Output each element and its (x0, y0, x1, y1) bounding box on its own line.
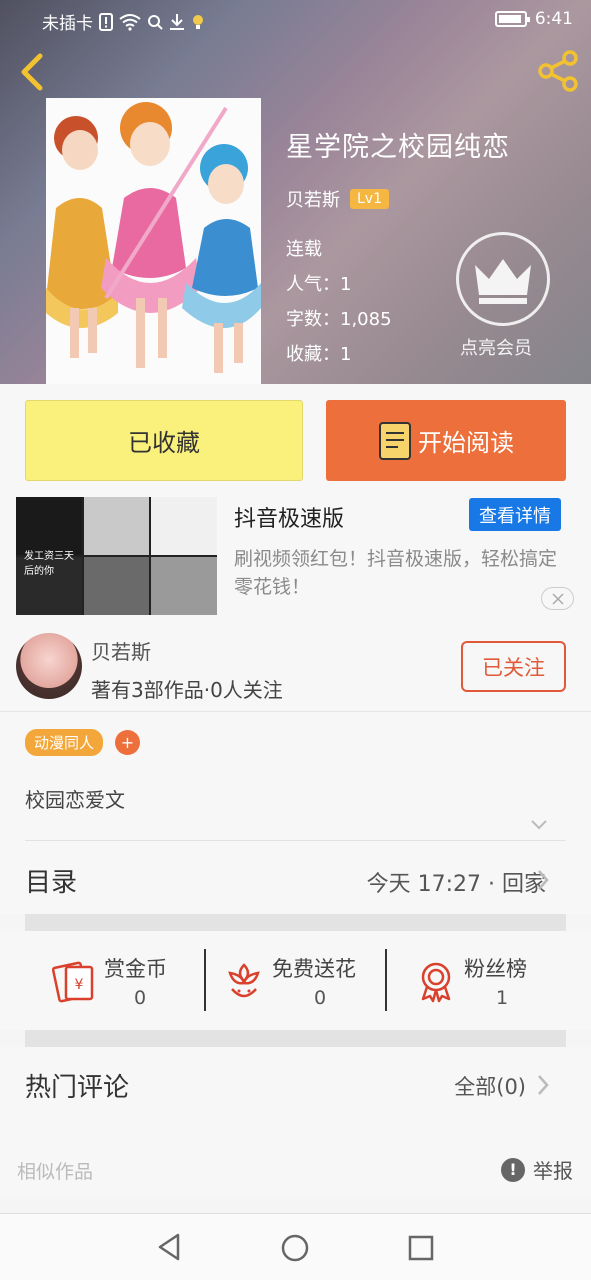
svg-text:¥: ¥ (75, 977, 84, 993)
report-label: 举报 (533, 1159, 573, 1183)
exclamation-icon: ! (501, 1157, 525, 1182)
system-nav-bar (0, 1213, 591, 1280)
ad-description: 刷视频领红包！抖音极速版，轻松搞定零花钱！ (234, 548, 558, 598)
divider (25, 840, 566, 841)
follow-button[interactable]: 已关注 (461, 641, 566, 692)
reward-coins-label: 赏金币 (104, 957, 167, 981)
search-icon (148, 14, 163, 30)
medal-icon (421, 962, 451, 1003)
ad-banner[interactable]: 发工资三天后的你 抖音极速版 查看详情 刷视频领红包！抖音极速版，轻松搞定零花钱… (0, 489, 591, 622)
vertical-divider (385, 949, 387, 1011)
collected-button[interactable]: 已收藏 (25, 400, 303, 481)
sim-alert-icon (99, 12, 113, 31)
catalog-row[interactable]: 目录 今天 17:27 · 回家 (0, 842, 591, 914)
share-icon (538, 50, 578, 92)
all-comments-link[interactable]: 全部(0) (454, 1071, 526, 1101)
chevron-right-icon (538, 870, 549, 890)
send-flower-count: 0 (314, 987, 327, 1009)
reward-coins-count: 0 (134, 987, 147, 1009)
tag-chip[interactable]: 动漫同人 (25, 729, 104, 756)
section-separator (25, 914, 566, 931)
nav-home-icon[interactable] (281, 1234, 309, 1262)
battery-icon (494, 11, 530, 27)
similar-works-title: 相似作品 (17, 1161, 94, 1183)
back-button[interactable] (14, 50, 54, 94)
ad-thumb-caption: 发工资三天后的你 (24, 551, 74, 577)
vip-button[interactable] (456, 232, 550, 326)
fan-ranking-label: 粉丝榜 (464, 957, 527, 981)
book-title: 星学院之校园纯恋 (286, 132, 510, 163)
latest-chapter[interactable]: 今天 17:27 · 回家 (367, 866, 546, 898)
start-reading-button[interactable]: 开始阅读 (326, 400, 566, 481)
carrier-text: 未插卡 (42, 14, 93, 34)
wifi-icon (119, 13, 141, 31)
send-flower-button[interactable]: 免费送花 0 (222, 949, 372, 1013)
hot-comments-row[interactable]: 热门评论 全部(0) (0, 1047, 591, 1137)
primary-actions: 已收藏 开始阅读 (0, 384, 591, 489)
report-button[interactable]: ! 举报 (501, 1155, 573, 1184)
catalog-title: 目录 (25, 868, 78, 898)
send-flower-label: 免费送花 (272, 957, 356, 981)
section-separator (25, 1030, 566, 1047)
ad-title[interactable]: 抖音极速版 (234, 501, 344, 533)
close-icon (551, 592, 564, 605)
chevron-down-icon (531, 820, 547, 830)
fan-ranking-count: 1 (496, 987, 509, 1009)
book-author[interactable]: 贝若斯 (286, 186, 340, 212)
book-cover (46, 98, 261, 384)
book-description: 校园恋爱文 (25, 788, 125, 812)
fan-ranking-button[interactable]: 粉丝榜 1 (414, 949, 554, 1013)
reward-bar: ¥ 赏金币 0 免费送花 0 粉丝榜 1 (0, 931, 591, 1030)
expand-button[interactable] (530, 816, 548, 834)
vip-label: 点亮会员 (460, 338, 532, 359)
nav-recents-icon[interactable] (408, 1235, 434, 1261)
author-stats: 著有3部作品·0人关注 (91, 678, 283, 702)
vertical-divider (204, 949, 206, 1011)
ad-detail-button[interactable]: 查看详情 (469, 498, 561, 531)
start-reading-label: 开始阅读 (418, 429, 514, 457)
author-name[interactable]: 贝若斯 (91, 636, 151, 665)
add-tag-button[interactable]: + (115, 730, 140, 755)
nav-back-icon[interactable] (156, 1232, 182, 1262)
notification-app-icon (193, 14, 203, 29)
tags-section: 动漫同人 + 校园恋爱文 (0, 712, 591, 842)
ad-close-button[interactable] (541, 587, 574, 610)
flower-icon (228, 963, 260, 998)
hot-comments-title: 热门评论 (25, 1073, 130, 1103)
share-button[interactable] (536, 48, 582, 94)
chevron-right-icon (538, 1075, 549, 1095)
author-card[interactable]: 贝若斯 著有3部作品·0人关注 已关注 (0, 622, 591, 712)
avatar[interactable] (16, 633, 82, 699)
download-icon (170, 13, 184, 30)
red-envelope-icon: ¥ (52, 961, 94, 1003)
status-time: 6:41 (534, 9, 573, 29)
similar-works-header: 相似作品 ! 举报 (0, 1137, 591, 1199)
level-badge: Lv1 (350, 189, 389, 209)
status-bar: 未插卡 6:41 (0, 0, 591, 40)
collected-label: 已收藏 (128, 429, 200, 457)
crown-icon (475, 259, 531, 304)
ad-thumbnail[interactable]: 发工资三天后的你 (16, 497, 217, 615)
chevron-left-icon (21, 53, 43, 91)
cover-illustration (46, 98, 261, 384)
reward-coins-button[interactable]: ¥ 赏金币 0 (52, 949, 182, 1013)
book-icon (379, 421, 411, 460)
